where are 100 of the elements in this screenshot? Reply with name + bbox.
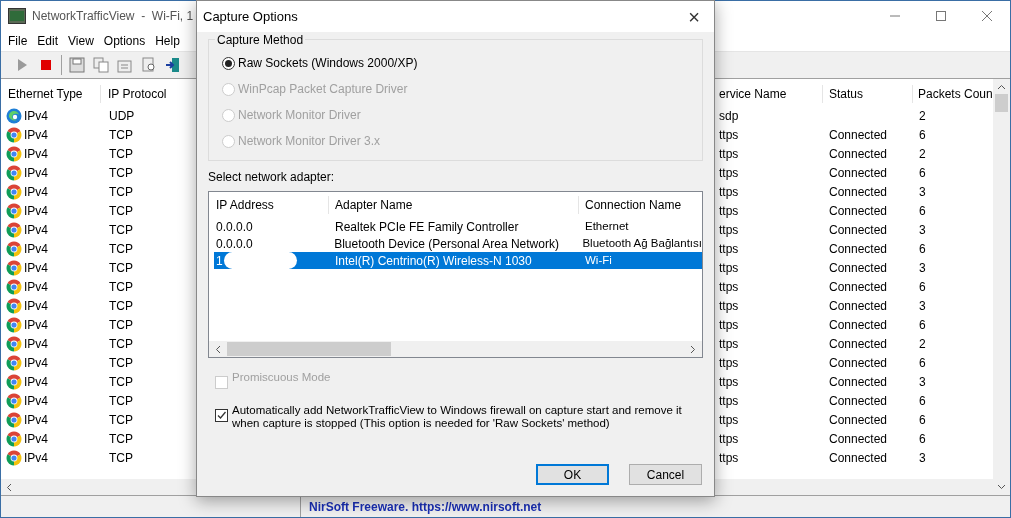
- table-cell-text: IPv4: [24, 449, 48, 467]
- maximize-icon: [936, 11, 946, 21]
- table-cell: ttps: [719, 222, 739, 237]
- table-cell: 3: [919, 374, 926, 389]
- scroll-right-icon[interactable]: [690, 344, 696, 354]
- table-cell-text: 1: [215, 252, 223, 270]
- table-cell-text: IPv4: [24, 430, 48, 448]
- table-cell: 6: [919, 165, 926, 180]
- adapter-row[interactable]: 0.0.0.0 Bluetooth Device (Personal Area Network) Bluetooth Ağ Bağlantısı: [214, 235, 702, 252]
- table-cell: ttps: [719, 165, 739, 180]
- menu-item[interactable]: Edit: [32, 32, 64, 50]
- browser-icon: [6, 316, 22, 333]
- table-cell: Connected: [829, 317, 888, 332]
- menu-item[interactable]: Help: [150, 32, 185, 50]
- table-cell-text: IPv4: [24, 392, 48, 410]
- table-cell: Connected: [829, 279, 888, 294]
- checkbox[interactable]: [215, 409, 228, 422]
- group-label: Capture Method: [215, 32, 306, 48]
- scrollbar-thumb[interactable]: [995, 94, 1008, 112]
- table-cell-text: IPv4: [24, 240, 48, 258]
- column-header[interactable]: Status: [823, 85, 913, 103]
- adapter-row[interactable]: 0.0.0.0 Realtek PCIe FE Family Controller Ethernet: [214, 218, 702, 235]
- table-cell-text: IPv4: [24, 335, 48, 353]
- table-cell-text: Wi-Fi: [584, 252, 613, 268]
- browser-icon: [6, 164, 22, 181]
- table-cell: ttps: [719, 279, 739, 294]
- scroll-left-icon[interactable]: [6, 482, 12, 492]
- menu-item[interactable]: View: [63, 32, 99, 50]
- browser-icon: [6, 373, 22, 390]
- save-icon[interactable]: [68, 56, 86, 74]
- column-header[interactable]: IP Address: [209, 196, 329, 214]
- scrollbar-thumb[interactable]: [227, 342, 391, 356]
- dialog-button[interactable]: OK: [536, 464, 609, 485]
- checkbox-label: Promiscuous Mode: [232, 370, 332, 384]
- vertical-scrollbar[interactable]: [993, 79, 1010, 495]
- table-cell-text: TCP: [108, 259, 134, 277]
- table-cell: 6: [919, 431, 926, 446]
- table-cell-text: TCP: [108, 430, 134, 448]
- scroll-left-icon[interactable]: [215, 344, 221, 354]
- exit-icon[interactable]: [164, 56, 182, 74]
- browser-icon: [6, 145, 22, 162]
- table-cell-text: TCP: [108, 373, 134, 391]
- browser-icon: [6, 183, 22, 200]
- table-cell: ttps: [719, 146, 739, 161]
- table-cell: ttps: [719, 412, 739, 427]
- table-cell: Connected: [829, 203, 888, 218]
- close-button[interactable]: ×: [674, 1, 714, 32]
- table-cell: Connected: [829, 241, 888, 256]
- find-icon[interactable]: [140, 56, 158, 74]
- window-title: NetworkTrafficView - Wi-Fi, 1: [32, 8, 194, 25]
- table-cell: 6: [919, 412, 926, 427]
- dialog-title: Capture Options: [202, 7, 298, 26]
- browser-icon: [6, 430, 22, 447]
- table-cell-text: TCP: [108, 164, 134, 182]
- table-cell-text: Intel(R) Centrino(R) Wireless-N 1030: [334, 252, 533, 270]
- table-cell-text: IPv4: [24, 354, 48, 372]
- table-cell-text: Bluetooth Ağ Bağlantısı: [581, 235, 702, 251]
- table-cell-text: IPv4: [24, 145, 48, 163]
- table-cell-text: Bluetooth Device (Personal Area Network): [333, 235, 560, 253]
- table-cell-text: TCP: [108, 297, 134, 315]
- column-header[interactable]: Connection Name: [579, 196, 702, 214]
- table-cell: ttps: [719, 127, 739, 142]
- table-cell: 6: [919, 203, 926, 218]
- table-cell-text: IPv4: [24, 259, 48, 277]
- copy-icon[interactable]: [92, 56, 110, 74]
- table-cell-text: 0.0.0.0: [215, 218, 253, 236]
- scroll-down-icon[interactable]: [997, 484, 1006, 490]
- column-header[interactable]: Packets Coun: [913, 85, 993, 103]
- checkbox-label: Automatically add NetworkTrafficView to Windows firewall on capture start and remove it when capture is stopped (This option is needed for 'Raw Sockets' method): [232, 403, 683, 430]
- menu-item[interactable]: Options: [98, 32, 151, 50]
- table-cell: 6: [919, 355, 926, 370]
- column-header[interactable]: Ethernet Type: [1, 85, 101, 103]
- column-header[interactable]: Adapter Name: [329, 196, 579, 214]
- table-cell: Connected: [829, 165, 888, 180]
- scroll-up-icon[interactable]: [997, 84, 1006, 90]
- dialog-button[interactable]: Cancel: [629, 464, 702, 485]
- table-cell: 2: [919, 108, 926, 123]
- radio-label: WinPcap Packet Capture Driver: [238, 81, 408, 98]
- table-cell-text: TCP: [108, 126, 134, 144]
- browser-icon: [6, 411, 22, 428]
- menu-item[interactable]: File: [3, 32, 33, 50]
- table-cell-text: TCP: [108, 449, 134, 467]
- table-cell-text: TCP: [108, 354, 134, 372]
- browser-icon: [6, 202, 22, 219]
- table-cell: ttps: [719, 336, 739, 351]
- table-cell: 3: [919, 222, 926, 237]
- table-cell: Connected: [829, 127, 888, 142]
- table-cell: 6: [919, 393, 926, 408]
- table-cell: ttps: [719, 450, 739, 465]
- horizontal-scrollbar[interactable]: [209, 341, 702, 357]
- table-cell: Connected: [829, 374, 888, 389]
- table-cell: ttps: [719, 184, 739, 199]
- column-header[interactable]: ervice Name: [718, 85, 823, 103]
- adapter-row[interactable]: 1 Intel(R) Centrino(R) Wireless-N 1030 Wi-Fi: [214, 252, 702, 269]
- table-cell: 2: [919, 336, 926, 351]
- browser-icon: [6, 221, 22, 238]
- table-cell: ttps: [719, 203, 739, 218]
- radio-button[interactable]: [222, 56, 235, 70]
- table-cell: Connected: [829, 146, 888, 161]
- radio-label: Raw Sockets (Windows 2000/XP): [238, 55, 418, 72]
